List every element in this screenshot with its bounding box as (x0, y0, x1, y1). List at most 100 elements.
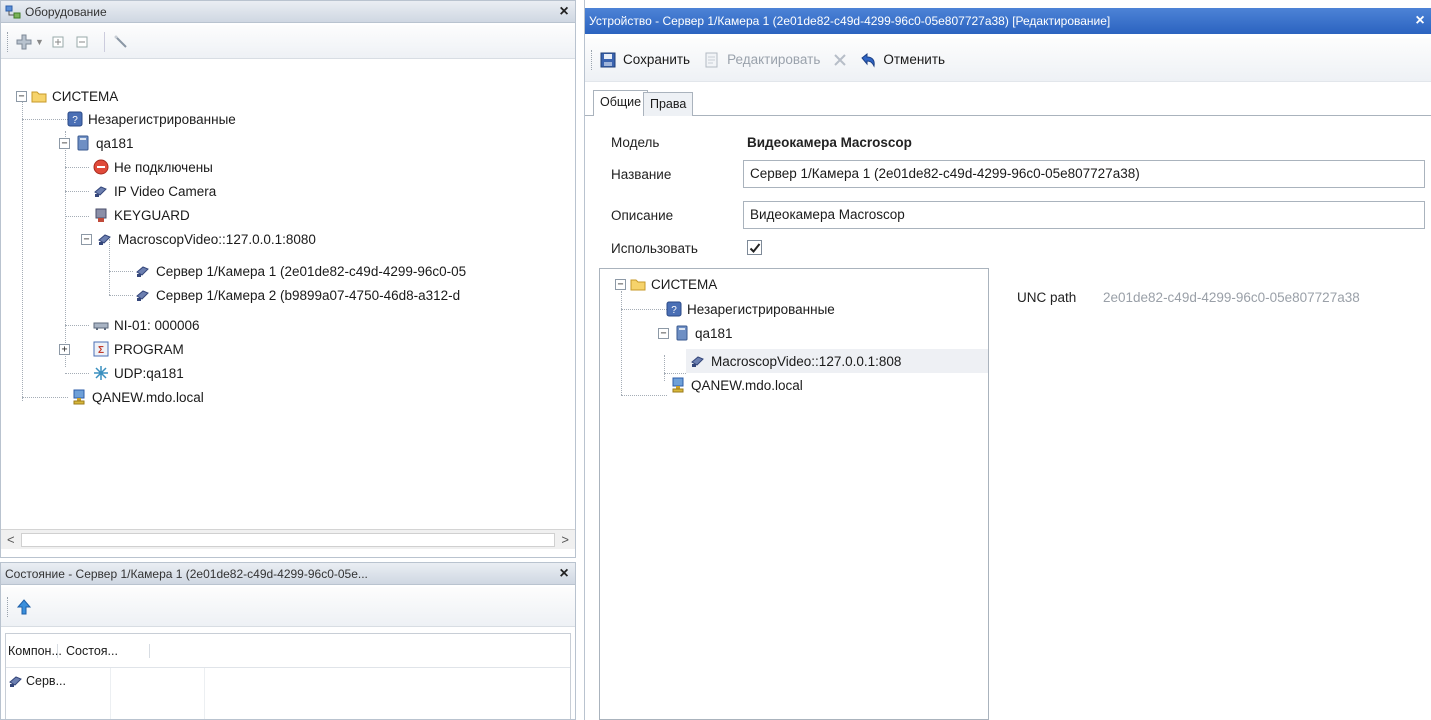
add-dropdown-icon[interactable]: ▼ (35, 37, 44, 47)
tree-line (109, 295, 133, 296)
use-label: Использовать (611, 241, 698, 256)
delete-icon[interactable] (832, 52, 848, 68)
tree-node-system[interactable]: СИСТЕМА (31, 85, 118, 107)
tree-node-udp[interactable]: UDP:qa181 (93, 362, 184, 384)
tree-line (621, 309, 667, 310)
expand-all-icon[interactable] (50, 34, 66, 50)
camera-icon (135, 287, 151, 303)
tree-node-label: MacroscopVideo::127.0.0.1:808 (711, 353, 902, 369)
arrow-up-icon[interactable] (16, 598, 32, 615)
svg-text:?: ? (671, 305, 677, 316)
udp-icon (93, 365, 109, 381)
save-icon (600, 52, 616, 68)
expand-toggle[interactable]: + (59, 344, 70, 355)
tree-line (109, 271, 133, 272)
server-icon (75, 135, 91, 151)
scroll-thumb[interactable] (20, 532, 556, 547)
collapse-toggle[interactable]: − (615, 279, 626, 290)
equipment-tree: − СИСТЕМА ? Незарегистрированные − qa181… (1, 61, 575, 529)
toolbar-grip[interactable] (7, 596, 10, 617)
tree-node-host[interactable]: qa181 (75, 132, 134, 154)
status-toolbar (1, 587, 575, 627)
edit-button[interactable]: Редактировать (704, 52, 820, 68)
tree-node-keyguard[interactable]: KEYGUARD (93, 204, 190, 226)
tree-node-macroscop[interactable]: MacroscopVideo::127.0.0.1:8080 (97, 228, 316, 250)
edit-label: Редактировать (727, 52, 821, 67)
equipment-panel-title: Оборудование (25, 4, 107, 19)
status-panel-titlebar[interactable]: Состояние - Сервер 1/Камера 1 (2e01de82-… (1, 563, 575, 585)
tree-node-label: Незарегистрированные (687, 301, 835, 317)
tree-line (65, 216, 89, 217)
close-icon[interactable]: × (553, 565, 575, 583)
camera-icon (93, 183, 109, 199)
tree-line (621, 395, 667, 396)
add-icon[interactable] (16, 34, 32, 50)
name-field[interactable]: Сервер 1/Камера 1 (2e01de82-c49d-4299-96… (743, 160, 1425, 188)
tree-node-label: qa181 (96, 135, 134, 151)
collapse-toggle[interactable]: − (59, 138, 70, 149)
tree-node-label: KEYGUARD (114, 207, 190, 223)
table-row[interactable]: Серв... (8, 670, 66, 692)
scroll-left-arrow[interactable]: < (7, 532, 15, 547)
wand-icon[interactable] (113, 34, 129, 50)
tree-node-label: СИСТЕМА (52, 88, 119, 104)
tree-node-program[interactable]: Σ PROGRAM (93, 338, 184, 360)
toolbar-grip[interactable] (591, 49, 594, 70)
use-checkbox[interactable] (747, 240, 762, 255)
unregistered-icon: ? (67, 111, 83, 127)
tree-node-system[interactable]: СИСТЕМА (630, 273, 717, 295)
folder-icon (31, 88, 47, 104)
cancel-label: Отменить (883, 52, 946, 67)
collapse-toggle[interactable]: − (81, 234, 92, 245)
tree-node-macroscop[interactable]: MacroscopVideo::127.0.0.1:808 (690, 350, 901, 372)
tree-node-camera-2[interactable]: Сервер 1/Камера 2 (b9899a07-4750-46d8-a3… (135, 284, 460, 306)
column-header[interactable]: Состоя... (58, 643, 150, 658)
status-panel: Состояние - Сервер 1/Камера 1 (2e01de82-… (0, 562, 576, 720)
tree-node-label: Незарегистрированные (88, 111, 236, 127)
collapse-all-icon[interactable] (74, 34, 90, 50)
cancel-button[interactable]: Отменить (860, 52, 945, 68)
column-divider (110, 668, 111, 719)
device-panel-titlebar[interactable]: Устройство - Сервер 1/Камера 1 (2e01de82… (585, 8, 1431, 34)
scroll-right-arrow[interactable]: > (561, 532, 569, 547)
computer-icon (71, 389, 87, 405)
description-field[interactable]: Видеокамера Macroscop (743, 201, 1425, 229)
tab-rights[interactable]: Права (643, 92, 694, 116)
tree-node-ip-video-camera[interactable]: IP Video Camera (93, 180, 216, 202)
tree-node-qanew[interactable]: QANEW.mdo.local (71, 386, 204, 408)
collapse-toggle[interactable]: − (658, 328, 669, 339)
tree-line (22, 119, 68, 120)
column-divider (204, 668, 205, 719)
tab-general[interactable]: Общие (593, 90, 649, 116)
close-icon[interactable]: × (553, 3, 575, 21)
camera-icon (135, 263, 151, 279)
tree-node-label: UDP:qa181 (114, 365, 184, 381)
network-card-icon (93, 317, 109, 333)
close-icon[interactable]: × (1409, 12, 1431, 30)
tree-line (664, 355, 665, 381)
parent-tree: − СИСТЕМА ? Незарегистрированные − qa181… (599, 268, 989, 720)
tree-node-host[interactable]: qa181 (674, 322, 733, 344)
collapse-toggle[interactable]: − (16, 91, 27, 102)
tree-node-label: NI-01: 000006 (114, 317, 200, 333)
tree-node-qanew[interactable]: QANEW.mdo.local (670, 374, 803, 396)
save-button[interactable]: Сохранить (600, 52, 690, 68)
toolbar-grip[interactable] (7, 31, 10, 52)
folder-icon (630, 276, 646, 292)
tree-node-unregistered[interactable]: ? Незарегистрированные (67, 108, 236, 130)
tree-node-not-connected[interactable]: Не подключены (93, 156, 213, 178)
checkmark-icon (749, 242, 760, 253)
tree-node-camera-1[interactable]: Сервер 1/Камера 1 (2e01de82-c49d-4299-96… (135, 260, 466, 282)
tab-strip: Общие Права (585, 88, 1431, 116)
tree-node-unregistered[interactable]: ? Незарегистрированные (666, 298, 835, 320)
camera-icon (8, 673, 24, 689)
tree-line (65, 373, 89, 374)
camera-icon (690, 353, 706, 369)
equipment-panel-titlebar[interactable]: Оборудование × (1, 1, 575, 23)
tree-node-label: QANEW.mdo.local (92, 389, 204, 405)
column-header[interactable]: Компон... (6, 643, 62, 658)
equipment-toolbar: ▼ (1, 25, 575, 59)
horizontal-scrollbar[interactable]: < > (1, 529, 575, 549)
svg-text:Σ: Σ (98, 345, 104, 356)
tree-node-ni01[interactable]: NI-01: 000006 (93, 314, 200, 336)
